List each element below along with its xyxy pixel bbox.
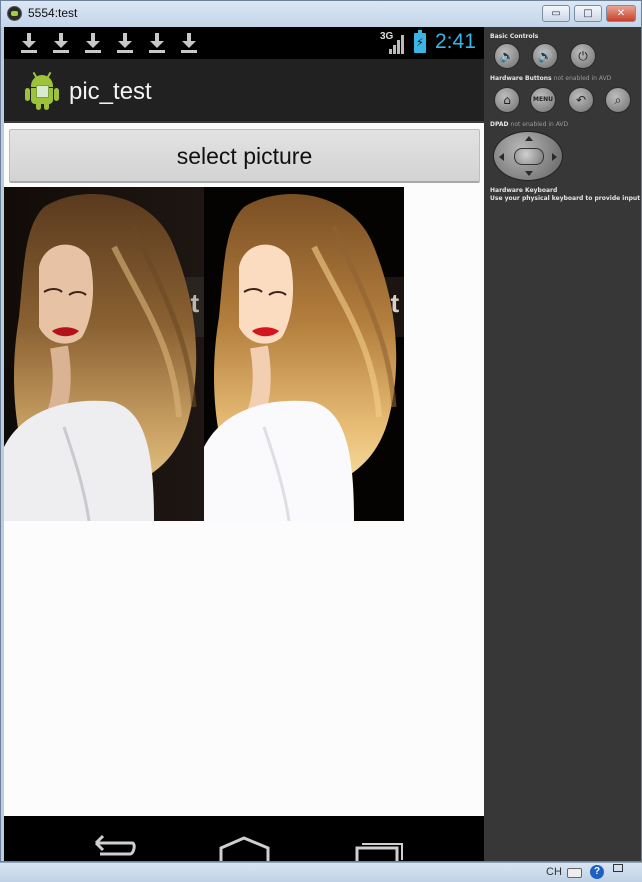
dpad-down-icon[interactable] — [525, 171, 533, 176]
search-hw-button[interactable]: ⌕ — [605, 87, 631, 113]
home-icon[interactable] — [219, 836, 270, 861]
dpad-title: DPAD — [490, 121, 509, 128]
brightened-picture: st — [204, 187, 404, 521]
volume-up-button[interactable]: 🔊 — [532, 43, 558, 69]
back-hw-button[interactable]: ↶ — [568, 87, 594, 113]
navigation-bar — [4, 816, 484, 861]
original-picture: st — [4, 187, 204, 521]
home-hw-button[interactable]: ⌂ — [494, 87, 520, 113]
menu-hw-button[interactable]: MENU — [530, 87, 556, 113]
keyboard-icon[interactable] — [567, 868, 582, 878]
download-icon — [52, 32, 70, 54]
window-title: 5554:test — [28, 6, 78, 20]
action-bar: pic_test — [4, 59, 484, 123]
dpad-up-icon[interactable] — [525, 136, 533, 141]
android-screen: 3G ⚡ 2:41 pic_test select picture — [4, 27, 484, 861]
signal-icon — [389, 34, 405, 54]
basic-controls-heading: Basic Controls — [490, 33, 539, 40]
dpad-heading: DPAD not enabled in AVD — [490, 121, 568, 128]
download-icon — [84, 32, 102, 54]
hardware-buttons-title: Hardware Buttons — [490, 75, 552, 82]
hardware-buttons-heading: Hardware Buttons not enabled in AVD — [490, 75, 611, 82]
dpad-control[interactable] — [493, 131, 563, 181]
back-icon[interactable] — [94, 834, 136, 856]
emulator-window: 5554:test ▭ □ ✕ 3G ⚡ 2:41 pic_test selec… — [0, 0, 642, 862]
select-picture-button[interactable]: select picture — [9, 129, 480, 183]
hardware-keyboard-note: Use your physical keyboard to provide in… — [490, 195, 641, 202]
dpad-note: not enabled in AVD — [510, 121, 569, 128]
language-indicator[interactable]: CH — [546, 866, 562, 878]
download-icon — [116, 32, 134, 54]
app-title: pic_test — [69, 78, 152, 105]
help-icon[interactable]: ? — [590, 865, 604, 879]
maximize-button[interactable]: □ — [574, 5, 602, 22]
status-clock: 2:41 — [435, 30, 476, 53]
hardware-buttons-note: not enabled in AVD — [553, 75, 612, 82]
download-icon — [148, 32, 166, 54]
restore-icon[interactable] — [613, 864, 623, 872]
status-bar: 3G ⚡ 2:41 — [4, 27, 484, 59]
title-bar[interactable]: 5554:test ▭ □ ✕ — [1, 1, 641, 27]
power-button[interactable]: ⏻ — [570, 43, 596, 69]
hardware-keyboard-heading: Hardware Keyboard — [490, 187, 558, 194]
dpad-left-icon[interactable] — [499, 153, 504, 161]
close-button[interactable]: ✕ — [606, 5, 636, 22]
android-app-icon — [25, 71, 59, 110]
dpad-right-icon[interactable] — [552, 153, 557, 161]
download-icon — [20, 32, 38, 54]
download-icon — [180, 32, 198, 54]
volume-down-button[interactable]: 🔈 — [494, 43, 520, 69]
emulator-controls-panel: Basic Controls 🔈 🔊 ⏻ Hardware Buttons no… — [484, 27, 641, 861]
dpad-center-button[interactable] — [514, 148, 544, 165]
windows-taskbar: CH ? — [0, 862, 642, 882]
battery-charging-icon: ⚡ — [414, 30, 426, 53]
recent-apps-icon[interactable] — [355, 843, 403, 861]
minimize-button[interactable]: ▭ — [542, 5, 570, 22]
android-emulator-icon — [7, 6, 22, 21]
